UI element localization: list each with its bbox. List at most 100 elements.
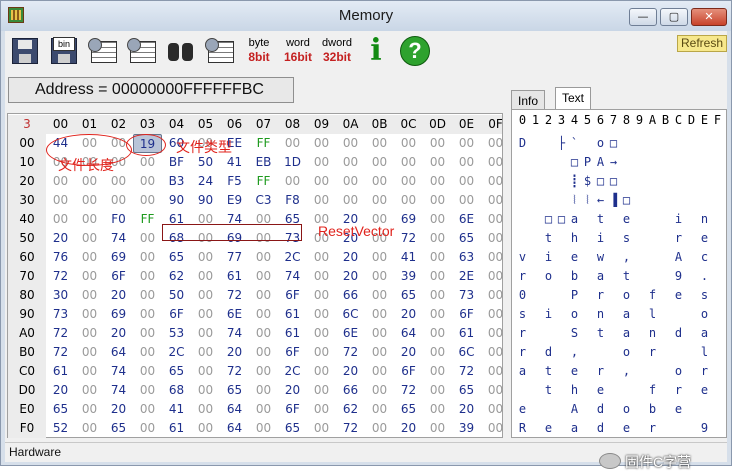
hex-cell[interactable]: 39 (394, 267, 423, 286)
hex-cell[interactable]: 20 (104, 400, 133, 419)
hex-cell[interactable]: 00 (133, 229, 162, 248)
hex-cell[interactable]: 00 (133, 381, 162, 400)
hex-cell[interactable]: 00 (75, 191, 104, 210)
hex-cell[interactable]: 00 (365, 362, 394, 381)
hex-cell[interactable]: 00 (104, 191, 133, 210)
text-cell[interactable]: a (620, 305, 633, 324)
text-cell[interactable] (711, 229, 724, 248)
hex-cell[interactable]: 00 (191, 419, 220, 438)
text-cell[interactable]: a (594, 267, 607, 286)
text-cell[interactable] (529, 229, 542, 248)
text-cell[interactable] (607, 343, 620, 362)
text-cell[interactable]: e (672, 286, 685, 305)
text-cell[interactable] (581, 248, 594, 267)
hex-cell[interactable]: 72 (394, 381, 423, 400)
hex-cell[interactable]: 64 (220, 419, 249, 438)
text-cell[interactable] (646, 362, 659, 381)
text-cell[interactable]: e (516, 400, 529, 419)
hex-cell[interactable]: 00 (336, 191, 365, 210)
tab-text[interactable]: Text (555, 87, 592, 110)
hex-cell[interactable]: 65 (394, 286, 423, 305)
text-cell[interactable] (620, 172, 633, 191)
hex-cell[interactable]: 6F (278, 286, 307, 305)
hex-cell[interactable]: 65 (220, 381, 249, 400)
hex-cell[interactable]: 00 (249, 381, 278, 400)
save-button[interactable] (9, 35, 41, 67)
text-cell[interactable]: i (594, 229, 607, 248)
hex-cell[interactable]: 00 (75, 305, 104, 324)
text-cell[interactable] (581, 324, 594, 343)
text-cell[interactable]: □ (620, 191, 633, 210)
text-cell[interactable] (516, 172, 529, 191)
text-cell[interactable] (529, 400, 542, 419)
text-cell[interactable] (685, 286, 698, 305)
hex-cell[interactable]: 61 (220, 267, 249, 286)
hex-cell[interactable]: 00 (46, 191, 75, 210)
text-cell[interactable]: i (542, 305, 555, 324)
hex-cell[interactable]: 00 (307, 191, 336, 210)
text-cell[interactable] (711, 134, 724, 153)
text-cell[interactable] (685, 305, 698, 324)
text-cell[interactable] (633, 229, 646, 248)
hex-cell[interactable]: 00 (75, 381, 104, 400)
hex-cell[interactable]: 61 (162, 419, 191, 438)
text-cell[interactable]: e (672, 400, 685, 419)
hex-cell[interactable]: 1D (278, 153, 307, 172)
hex-cell[interactable]: 69 (394, 210, 423, 229)
hex-cell[interactable]: 00 (481, 172, 510, 191)
hex-cell[interactable]: 73 (46, 305, 75, 324)
text-cell[interactable] (542, 191, 555, 210)
hex-cell[interactable]: 00 (249, 324, 278, 343)
text-cell[interactable]: , (620, 362, 633, 381)
text-cell[interactable] (646, 210, 659, 229)
hex-cell[interactable]: 20 (394, 343, 423, 362)
hex-cell[interactable]: 00 (423, 229, 452, 248)
text-cell[interactable]: o (568, 305, 581, 324)
hex-cell[interactable]: 00 (365, 305, 394, 324)
text-cell[interactable]: t (542, 381, 555, 400)
memory-grid-button[interactable] (87, 35, 119, 67)
text-cell[interactable]: S (568, 324, 581, 343)
text-cell[interactable] (711, 343, 724, 362)
hex-cell[interactable]: 2C (162, 343, 191, 362)
hex-cell[interactable]: E9 (220, 191, 249, 210)
hex-cell[interactable]: 72 (394, 229, 423, 248)
hex-cell[interactable]: 00 (365, 286, 394, 305)
text-cell[interactable]: i (542, 248, 555, 267)
text-cell[interactable]: e (594, 381, 607, 400)
text-cell[interactable]: , (620, 248, 633, 267)
hex-cell[interactable]: 00 (133, 305, 162, 324)
text-cell[interactable] (698, 172, 711, 191)
text-cell[interactable] (581, 381, 594, 400)
text-cell[interactable]: r (516, 267, 529, 286)
text-cell[interactable] (542, 324, 555, 343)
hex-cell[interactable]: 6F (394, 362, 423, 381)
hex-cell[interactable]: 20 (46, 229, 75, 248)
hex-cell[interactable]: 00 (249, 305, 278, 324)
close-button[interactable]: ✕ (691, 8, 727, 26)
text-cell[interactable] (555, 324, 568, 343)
hex-cell[interactable]: 00 (481, 400, 510, 419)
text-cell[interactable] (646, 172, 659, 191)
hex-cell[interactable]: 00 (75, 229, 104, 248)
hex-cell[interactable]: 00 (423, 153, 452, 172)
hex-cell[interactable]: 00 (423, 362, 452, 381)
text-cell[interactable] (555, 229, 568, 248)
text-cell[interactable] (646, 248, 659, 267)
hex-cell[interactable]: F5 (220, 172, 249, 191)
text-cell[interactable] (555, 286, 568, 305)
text-cell[interactable] (581, 134, 594, 153)
text-cell[interactable] (607, 286, 620, 305)
hex-cell[interactable]: 66 (336, 286, 365, 305)
text-cell[interactable] (529, 286, 542, 305)
hex-cell[interactable]: 20 (394, 305, 423, 324)
text-cell[interactable] (529, 419, 542, 438)
word-16bit-button[interactable]: word 16bit (282, 35, 314, 67)
hex-cell[interactable]: 52 (46, 419, 75, 438)
hex-cell[interactable]: 6C (336, 305, 365, 324)
hex-cell[interactable]: 00 (394, 172, 423, 191)
hex-cell[interactable]: 72 (46, 324, 75, 343)
hex-cell[interactable]: 00 (75, 362, 104, 381)
hex-cell[interactable]: 00 (133, 248, 162, 267)
hex-cell[interactable]: 6F (452, 305, 481, 324)
